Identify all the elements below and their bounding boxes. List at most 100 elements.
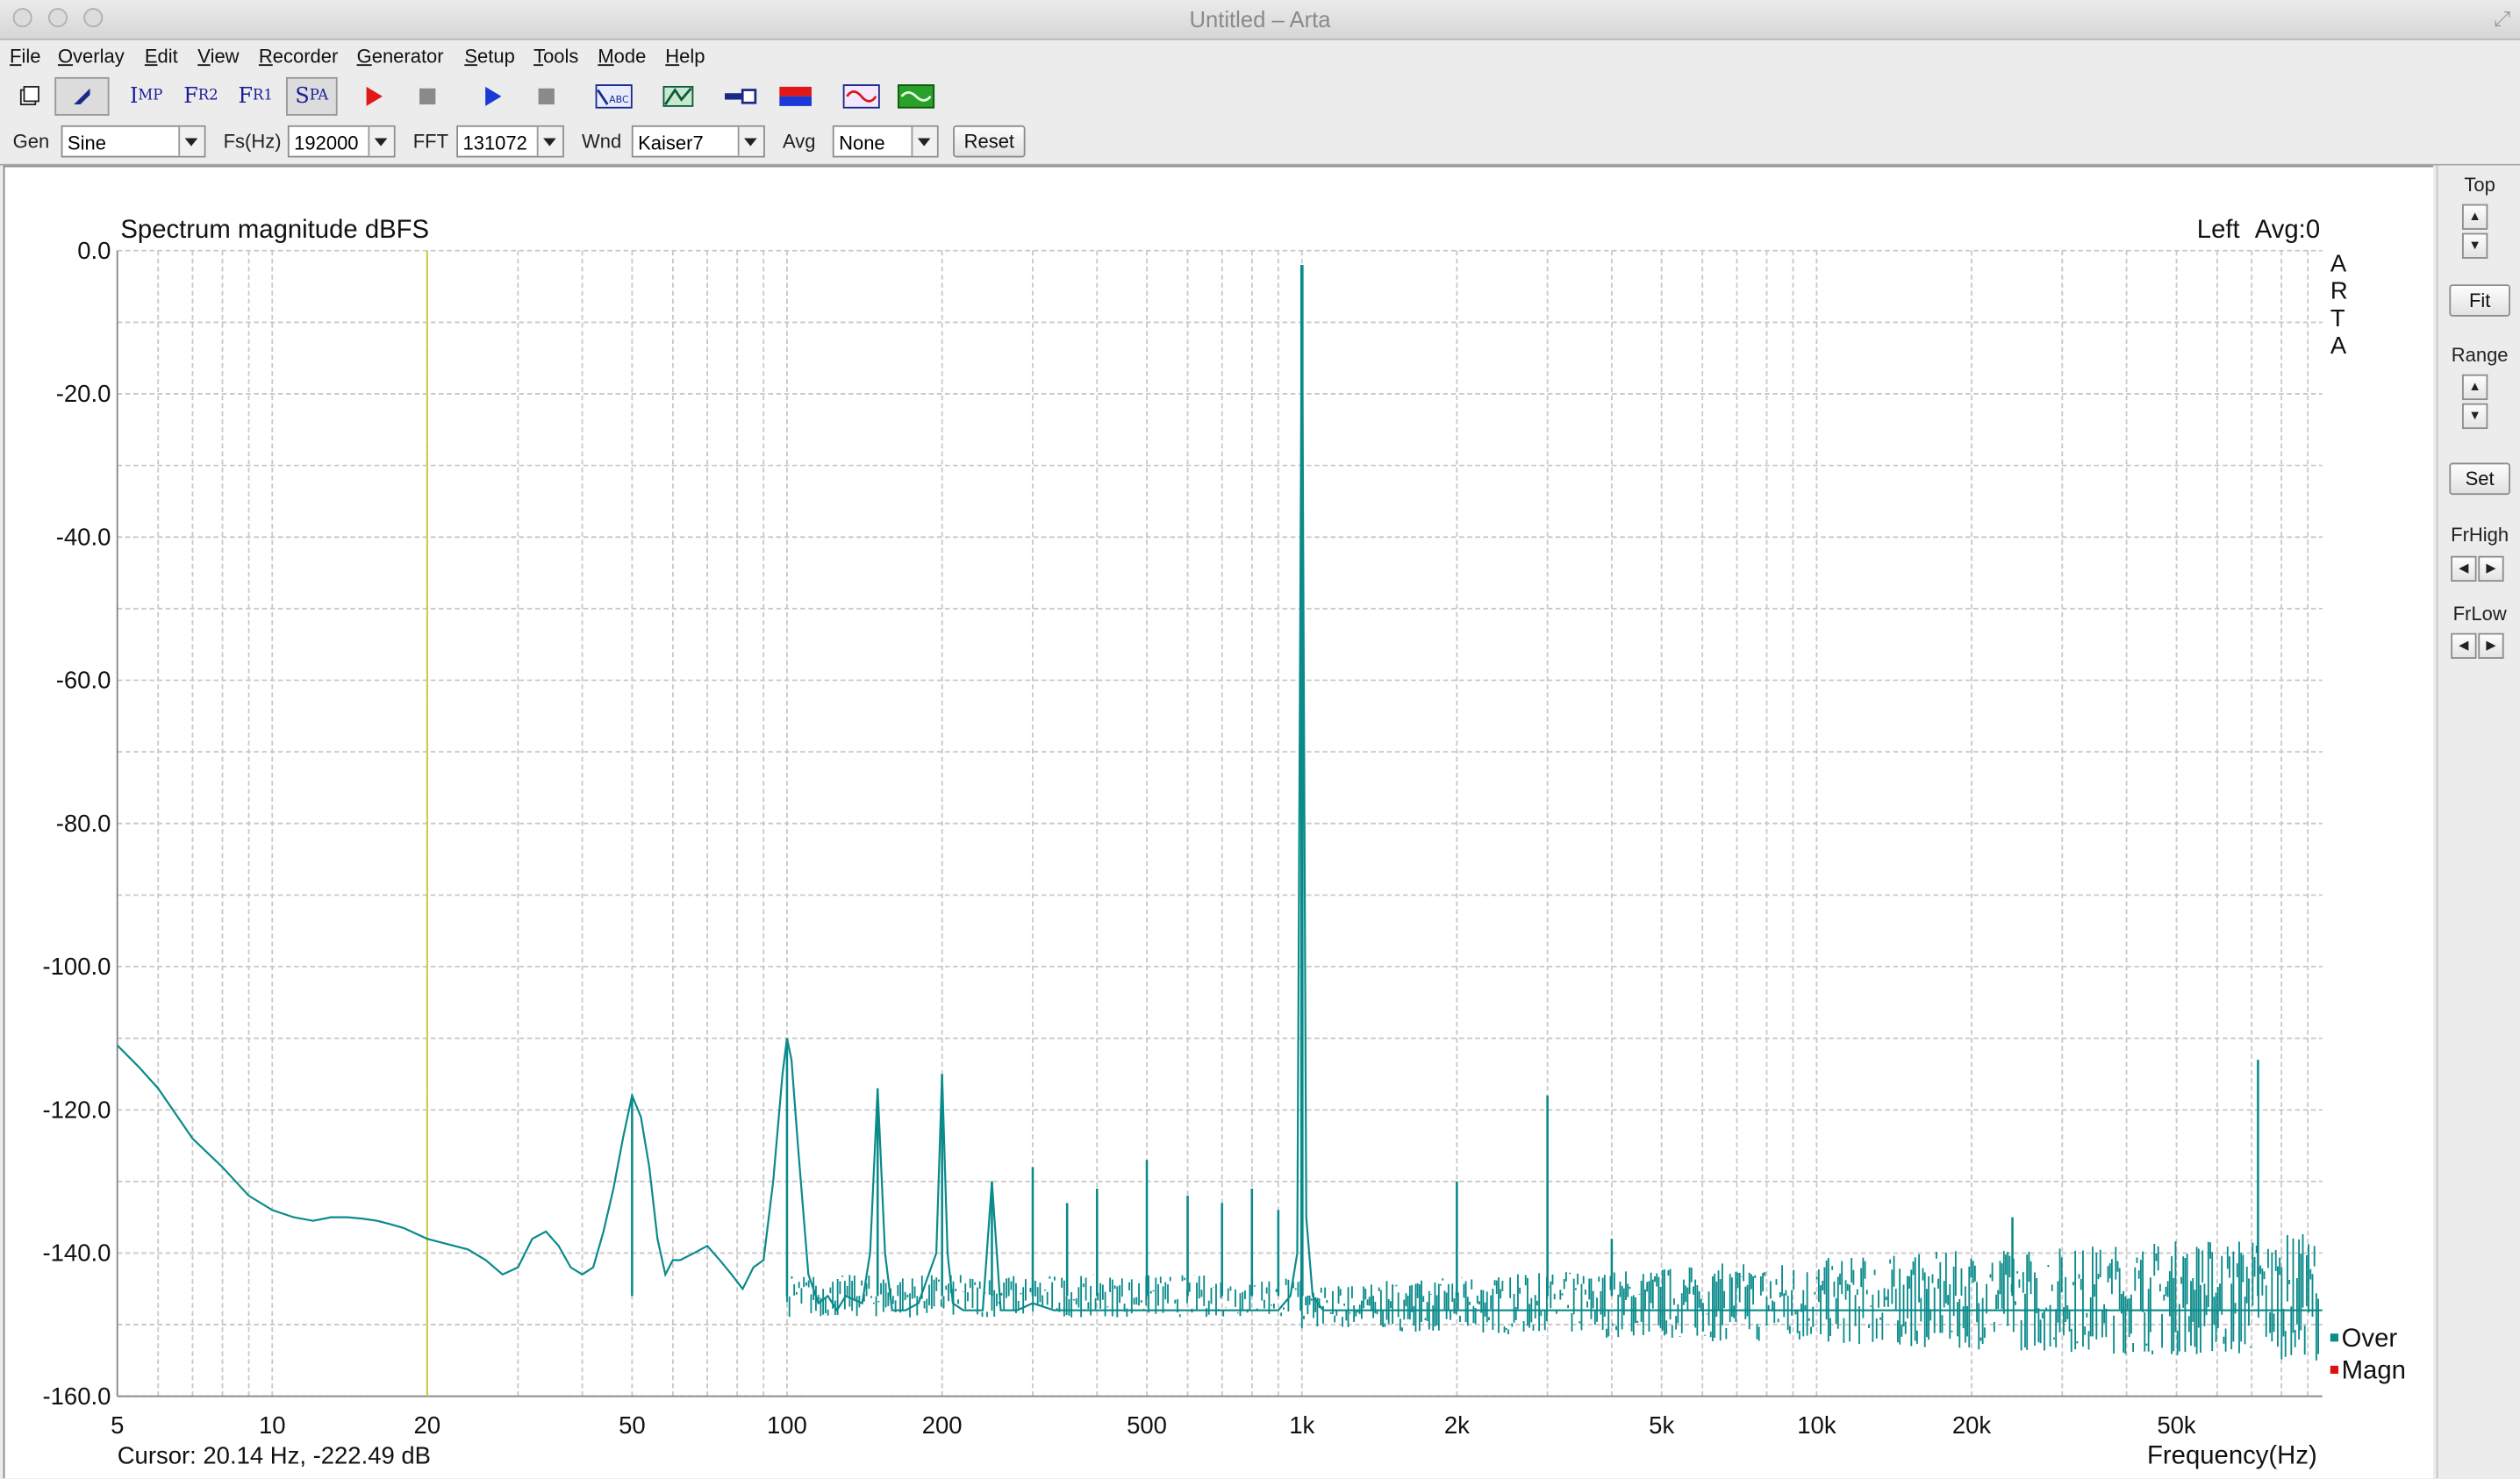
analyze-abc-button[interactable]: ABC: [591, 77, 636, 116]
frhigh-left-button[interactable]: ◀: [2451, 555, 2477, 582]
menu-view[interactable]: View: [197, 45, 239, 68]
scope-button[interactable]: [839, 77, 884, 116]
arrow-up-icon: ▲: [2468, 209, 2481, 224]
fit-button[interactable]: Fit: [2449, 284, 2510, 317]
generator-select[interactable]: Sine: [61, 125, 206, 158]
frhigh-right-button[interactable]: ▶: [2478, 555, 2504, 582]
parameter-bar: Gen Sine Fs(Hz) 192000 FFT 131072 Wnd Ka…: [0, 122, 2520, 166]
fft-size-select[interactable]: 131072: [456, 125, 564, 158]
plot-grid: [116, 249, 2323, 1397]
arrow-right-icon: ▶: [2486, 638, 2496, 653]
chevron-down-icon[interactable]: [911, 126, 937, 156]
spectrum-mode-button[interactable]: S PA: [286, 76, 338, 116]
x-tick-label: 5k: [1649, 1411, 1674, 1439]
impulse-mode-button[interactable]: I MP: [122, 77, 170, 116]
menu-edit[interactable]: Edit: [145, 45, 178, 68]
signal-monitor-button[interactable]: [893, 77, 938, 116]
legend-label-magn: Magn: [2342, 1356, 2406, 1385]
title-bar: Untitled – Arta ⤢: [0, 0, 2520, 40]
gen-label: Gen: [12, 130, 50, 154]
reset-button[interactable]: Reset: [953, 125, 1026, 158]
menu-setup[interactable]: Setup: [464, 45, 514, 68]
calibration-icon: [779, 86, 812, 106]
avg-label: Avg: [782, 130, 816, 154]
spectrum-plot-area[interactable]: 0.0 -20.0 -40.0 -60.0 -80.0 -100.0 -120.0 -140.…: [3, 165, 2434, 1479]
play-red-icon: [366, 86, 383, 106]
probe-icon: [725, 89, 757, 104]
record-stop-button[interactable]: [408, 77, 447, 116]
record-play-button[interactable]: [354, 77, 392, 116]
x-tick-label: 20k: [1952, 1411, 1992, 1439]
legend-swatch-over: [2330, 1333, 2338, 1342]
range-down-button[interactable]: ▼: [2462, 403, 2488, 430]
chevron-down-icon[interactable]: [536, 126, 563, 156]
averaging-select[interactable]: None: [832, 125, 939, 158]
cursor-mode-button[interactable]: [54, 76, 110, 116]
spectrum-chart[interactable]: 0.0 -20.0 -40.0 -60.0 -80.0 -100.0 -120.0 -140.…: [4, 167, 2433, 1478]
x-tick-label: 1k: [1289, 1411, 1314, 1439]
fft-size-value: 131072: [462, 132, 527, 154]
fr1-big: F: [238, 84, 254, 109]
top-up-button[interactable]: ▲: [2462, 204, 2488, 230]
arrow-left-icon: ◀: [2459, 638, 2469, 653]
x-tick-label: 50k: [2157, 1411, 2196, 1439]
y-tick-label: -20.0: [56, 380, 111, 407]
arrow-up-icon: ▲: [2468, 379, 2481, 394]
menu-mode[interactable]: Mode: [598, 45, 646, 68]
range-up-button[interactable]: ▲: [2462, 374, 2488, 401]
chevron-down-icon[interactable]: [737, 126, 764, 156]
top-label: Top: [2464, 173, 2495, 196]
range-label: Range: [2451, 343, 2509, 367]
x-tick-label: 200: [922, 1411, 963, 1439]
x-tick-label: 10: [259, 1411, 286, 1439]
spa-small: PA: [309, 88, 329, 105]
stop-icon: [538, 88, 555, 105]
y-tick-label: -120.0: [42, 1096, 111, 1123]
menu-file[interactable]: File: [10, 45, 40, 68]
x-tick-label: 500: [1127, 1411, 1167, 1439]
arta-logo-letter: A: [2330, 332, 2347, 359]
arta-logo-letter: R: [2330, 277, 2348, 304]
legend: Over Magn: [2330, 1324, 2406, 1385]
generator-play-button[interactable]: [472, 77, 511, 116]
abc-analysis-icon: ABC: [595, 84, 633, 109]
spectrogram-button[interactable]: [659, 77, 698, 116]
y-tick-label: -140.0: [42, 1240, 111, 1267]
set-button[interactable]: Set: [2449, 462, 2510, 496]
x-tick-label: 10k: [1797, 1411, 1836, 1439]
menu-help[interactable]: Help: [665, 45, 705, 68]
fs-label: Fs(Hz): [223, 130, 282, 154]
calibration-button[interactable]: [775, 77, 817, 116]
abc-text: ABC: [609, 94, 629, 105]
frlow-label: FrLow: [2452, 602, 2507, 625]
chevron-down-icon[interactable]: [368, 126, 394, 156]
x-tick-label: 5: [111, 1411, 124, 1439]
generator-stop-button[interactable]: [527, 77, 566, 116]
menu-overlay[interactable]: Overlay: [58, 45, 125, 68]
x-tick-label: 20: [414, 1411, 441, 1439]
frlow-left-button[interactable]: ◀: [2451, 632, 2477, 659]
menu-tools[interactable]: Tools: [533, 45, 578, 68]
new-document-button[interactable]: [10, 77, 48, 116]
spa-big: S: [295, 84, 310, 109]
arrow-right-icon: ▶: [2486, 561, 2496, 575]
menu-recorder[interactable]: Recorder: [259, 45, 338, 68]
arta-logo: A R T A: [2330, 250, 2348, 359]
y-axis-labels: 0.0 -20.0 -40.0 -60.0 -80.0 -100.0 -120.0 -140.…: [42, 237, 111, 1410]
y-tick-label: 0.0: [77, 237, 111, 264]
probe-button[interactable]: [720, 77, 762, 116]
top-down-button[interactable]: ▼: [2462, 232, 2488, 259]
stop-icon: [419, 88, 436, 105]
fr1-mode-button[interactable]: F R1: [232, 77, 280, 116]
fft-label: FFT: [412, 130, 449, 154]
wnd-label: Wnd: [582, 130, 622, 154]
scale-sidebar: Top ▲ ▼ Fit Range ▲ ▼ Set FrHigh ◀ ▶ FrL…: [2436, 165, 2520, 1479]
sample-rate-select[interactable]: 192000: [287, 125, 396, 158]
menu-generator[interactable]: Generator: [357, 45, 444, 68]
chevron-down-icon[interactable]: [178, 126, 204, 156]
toolbar: I MP F R2 F R1 S PA ABC: [0, 74, 2520, 119]
fr2-mode-button[interactable]: F R2: [176, 77, 225, 116]
frlow-right-button[interactable]: ▶: [2478, 632, 2504, 659]
window-select[interactable]: Kaiser7: [631, 125, 765, 158]
fullscreen-icon[interactable]: ⤢: [2494, 6, 2510, 32]
